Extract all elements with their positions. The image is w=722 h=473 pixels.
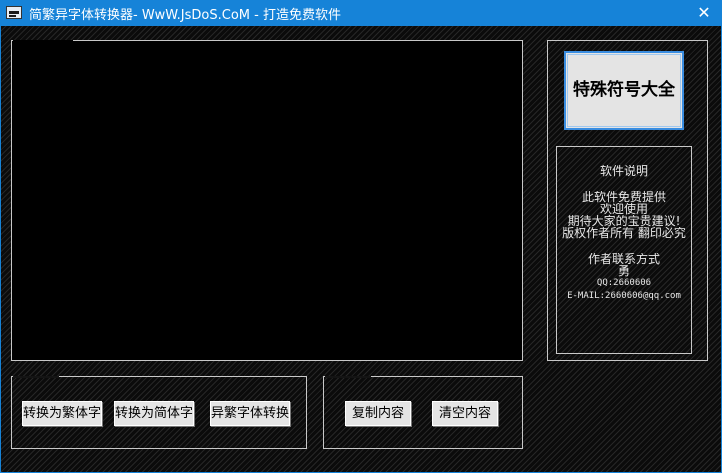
contact-name: 勇	[617, 265, 630, 277]
copy-content-button[interactable]: 复制内容	[345, 401, 411, 426]
right-panel: 特殊符号大全 软件说明 此软件免费提供 欢迎使用 期待大家的宝贵建议! 版权作者…	[547, 40, 708, 361]
main-text-area[interactable]	[11, 40, 523, 361]
text-area-tab-gap	[13, 40, 73, 42]
app-icon[interactable]	[6, 6, 22, 19]
to-traditional-button[interactable]: 转换为繁体字	[22, 401, 102, 426]
window-title: 简繁异字体转换器- WwW.JsDoS.CoM - 打造免费软件	[29, 8, 341, 23]
contact-email: E-MAIL:2660606@qq.com	[567, 291, 681, 301]
convert-group: 转换为繁体字 转换为简体字 异繁字体转换	[11, 376, 307, 449]
info-line: 此软件免费提供	[581, 191, 666, 203]
group-label-gap	[325, 376, 371, 378]
close-button[interactable]: ✕	[686, 0, 722, 26]
edit-group: 复制内容 清空内容	[323, 376, 523, 449]
info-title: 软件说明	[599, 165, 648, 177]
info-line: 版权作者所有 翻印必究	[562, 227, 686, 239]
to-simplified-button[interactable]: 转换为简体字	[114, 401, 194, 426]
variant-convert-button[interactable]: 异繁字体转换	[210, 401, 290, 426]
clear-content-button[interactable]: 清空内容	[432, 401, 498, 426]
info-line: 欢迎使用	[599, 203, 648, 215]
client-area: 特殊符号大全 软件说明 此软件免费提供 欢迎使用 期待大家的宝贵建议! 版权作者…	[1, 26, 721, 472]
contact-qq: QQ:2660606	[596, 278, 652, 288]
contact-title: 作者联系方式	[587, 253, 660, 265]
title-bar: 简繁异字体转换器- WwW.JsDoS.CoM - 打造免费软件 ✕	[0, 0, 722, 26]
special-symbols-button[interactable]: 特殊符号大全	[564, 51, 684, 130]
info-line: 期待大家的宝贵建议!	[567, 215, 681, 227]
software-info-box: 软件说明 此软件免费提供 欢迎使用 期待大家的宝贵建议! 版权作者所有 翻印必究…	[556, 146, 692, 354]
group-label-gap	[13, 376, 59, 378]
